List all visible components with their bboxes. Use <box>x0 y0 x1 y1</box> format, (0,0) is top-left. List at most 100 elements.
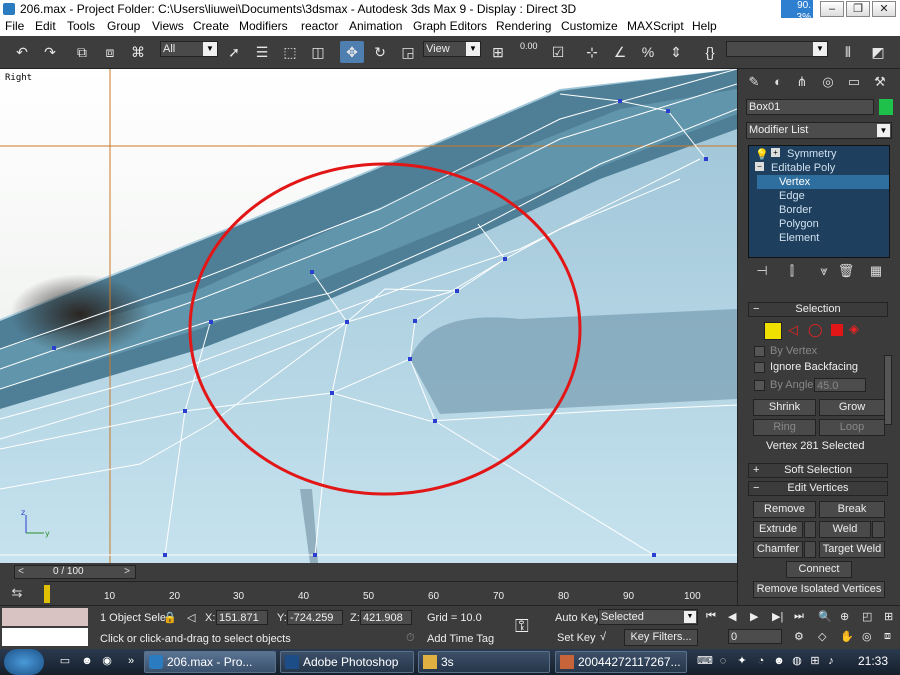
stack-sub-element[interactable]: Element <box>779 231 819 245</box>
unlink-icon[interactable]: ⧈ <box>98 41 122 63</box>
next-frame-button[interactable]: > <box>121 566 133 578</box>
z-coord-field[interactable]: 421.908 <box>360 610 412 625</box>
field-of-view-icon[interactable]: ◇ <box>818 630 826 643</box>
zoom-all-icon[interactable]: ⊕ <box>840 610 849 623</box>
by-angle-checkbox[interactable] <box>754 380 765 391</box>
add-time-tag-icon[interactable]: ⏱ <box>406 632 415 645</box>
current-frame-field[interactable]: 0 <box>728 629 782 644</box>
ref-coord-dropdown[interactable]: View ▼ <box>423 41 481 57</box>
network-icon[interactable]: ⊞ <box>808 654 822 668</box>
maxscript-listener-pink[interactable] <box>2 608 88 626</box>
menu-graph-editors[interactable]: Graph Editors <box>413 18 487 34</box>
panel-scrollbar[interactable] <box>884 355 892 425</box>
menu-maxscript[interactable]: MAXScript <box>627 18 684 34</box>
quicklaunch-qq-icon[interactable]: ☻ <box>80 654 94 668</box>
modifier-list-dropdown[interactable]: Modifier List ▼ <box>746 122 892 139</box>
play-icon[interactable]: ▶ <box>750 610 758 623</box>
link-icon[interactable]: ⧉ <box>70 41 94 63</box>
make-unique-icon[interactable]: ⩔ <box>814 262 834 280</box>
window-crossing-icon[interactable]: ◫ <box>306 41 330 63</box>
polygon-mode-icon[interactable] <box>831 324 843 336</box>
taskbar-item-image[interactable]: 20044272117267... <box>555 651 687 673</box>
mirror-icon[interactable]: ⫴ <box>836 41 860 63</box>
clock[interactable]: 21:33 <box>858 654 888 668</box>
start-button[interactable] <box>4 649 44 675</box>
set-key-icon[interactable]: ⚿ <box>515 616 529 637</box>
next-frame-icon[interactable]: ▶| <box>772 610 783 623</box>
key-mode-dropdown[interactable]: Selected ▼ <box>598 609 698 625</box>
move-icon[interactable]: ✥ <box>340 41 364 63</box>
display-tab-icon[interactable]: ▭ <box>844 73 864 91</box>
set-key-button[interactable]: Set Key <box>557 632 596 644</box>
element-mode-icon[interactable]: ◈ <box>849 321 859 337</box>
quicklaunch-browser-icon[interactable]: ◉ <box>100 654 114 668</box>
default-tangent-icon[interactable]: √ <box>600 631 606 643</box>
show-end-result-icon[interactable]: ⫿ <box>782 262 802 280</box>
maxscript-listener-white[interactable] <box>2 628 88 646</box>
ignore-backfacing-checkbox[interactable] <box>754 362 765 373</box>
named-selection-dropdown[interactable]: ▼ <box>726 41 828 57</box>
redo-icon[interactable]: ↷ <box>38 41 62 63</box>
select-by-name-icon[interactable]: ☰ <box>250 41 274 63</box>
menu-customize[interactable]: Customize <box>561 18 618 34</box>
keyboard-icon[interactable]: ⌨ <box>697 654 713 668</box>
extrude-button[interactable]: Extrude <box>753 521 803 538</box>
tray-icon[interactable]: ◌ <box>716 654 730 668</box>
menu-modifiers[interactable]: Modifiers <box>239 18 288 34</box>
rect-selection-icon[interactable]: ⬚ <box>278 41 302 63</box>
remove-button[interactable]: Remove <box>753 501 816 518</box>
mini-curve-editor-icon[interactable]: ⇆ <box>8 585 26 603</box>
edge-mode-icon[interactable]: ◁ <box>788 322 798 338</box>
qq-icon[interactable]: ☻ <box>772 654 786 668</box>
zoom-icon[interactable]: 🔍 <box>818 610 832 623</box>
border-mode-icon[interactable]: ◯ <box>808 322 823 338</box>
angle-spinner[interactable]: 45.0 <box>814 378 866 392</box>
undo-icon[interactable]: ↶ <box>10 41 34 63</box>
vertex-mode-icon[interactable] <box>764 322 782 340</box>
taskbar-item-photoshop[interactable]: Adobe Photoshop <box>280 651 414 673</box>
utilities-tab-icon[interactable]: ⚒ <box>870 73 890 91</box>
hierarchy-tab-icon[interactable]: ⋔ <box>792 73 812 91</box>
target-weld-button[interactable]: Target Weld <box>819 541 885 558</box>
show-desktop-icon[interactable]: ▭ <box>58 654 72 668</box>
time-slider[interactable]: < 0 / 100 > <box>14 565 136 579</box>
shrink-button[interactable]: Shrink <box>753 399 816 416</box>
tray-icon[interactable]: ◍ <box>790 654 804 668</box>
menu-animation[interactable]: Animation <box>349 18 402 34</box>
spinner-snap-icon[interactable]: ⇕ <box>664 41 688 63</box>
restore-button[interactable]: ❐ <box>846 1 870 17</box>
percent-snap-icon[interactable]: % <box>636 41 660 63</box>
quicklaunch-more-icon[interactable]: » <box>124 654 138 668</box>
stack-item-editable-poly[interactable]: Editable Poly <box>771 161 835 175</box>
create-tab-icon[interactable]: ✎ <box>744 73 764 91</box>
menu-rendering[interactable]: Rendering <box>496 18 551 34</box>
auto-key-button[interactable]: Auto Key <box>555 612 600 624</box>
minimize-button[interactable]: – <box>820 1 844 17</box>
add-time-tag[interactable]: Add Time Tag <box>427 633 494 645</box>
loop-button[interactable]: Loop <box>819 419 885 436</box>
expand-icon[interactable]: + <box>771 148 780 157</box>
configure-sets-icon[interactable]: ▦ <box>866 262 886 280</box>
viewport-label[interactable]: Right <box>5 73 32 83</box>
key-filters-button[interactable]: Key Filters... <box>624 629 698 646</box>
menu-reactor[interactable]: reactor <box>301 18 338 34</box>
chamfer-settings-button[interactable] <box>804 541 816 558</box>
stack-sub-border[interactable]: Border <box>779 203 812 217</box>
select-object-icon[interactable]: ➚ <box>222 41 246 63</box>
taskbar-item-folder[interactable]: 3s <box>418 651 550 673</box>
remove-modifier-icon[interactable]: 🗑 <box>836 262 856 280</box>
viewport-right[interactable]: z y Right <box>0 69 737 563</box>
ring-button[interactable]: Ring <box>753 419 816 436</box>
selection-rollout-header[interactable]: − Selection <box>748 302 888 317</box>
menu-group[interactable]: Group <box>107 18 140 34</box>
pivot-center-icon[interactable]: ⊞ <box>486 41 510 63</box>
stack-sub-edge[interactable]: Edge <box>779 189 805 203</box>
object-name-field[interactable]: Box01 <box>746 99 874 115</box>
goto-end-icon[interactable]: ⏭ <box>794 610 804 623</box>
object-color-swatch[interactable] <box>879 99 893 115</box>
weld-button[interactable]: Weld <box>819 521 871 538</box>
pan-icon[interactable]: ✋ <box>840 630 854 643</box>
edit-vertices-rollout-header[interactable]: − Edit Vertices <box>748 481 888 496</box>
maximize-viewport-icon[interactable]: ⧈ <box>884 630 891 643</box>
scale-icon[interactable]: ◲ <box>396 41 420 63</box>
